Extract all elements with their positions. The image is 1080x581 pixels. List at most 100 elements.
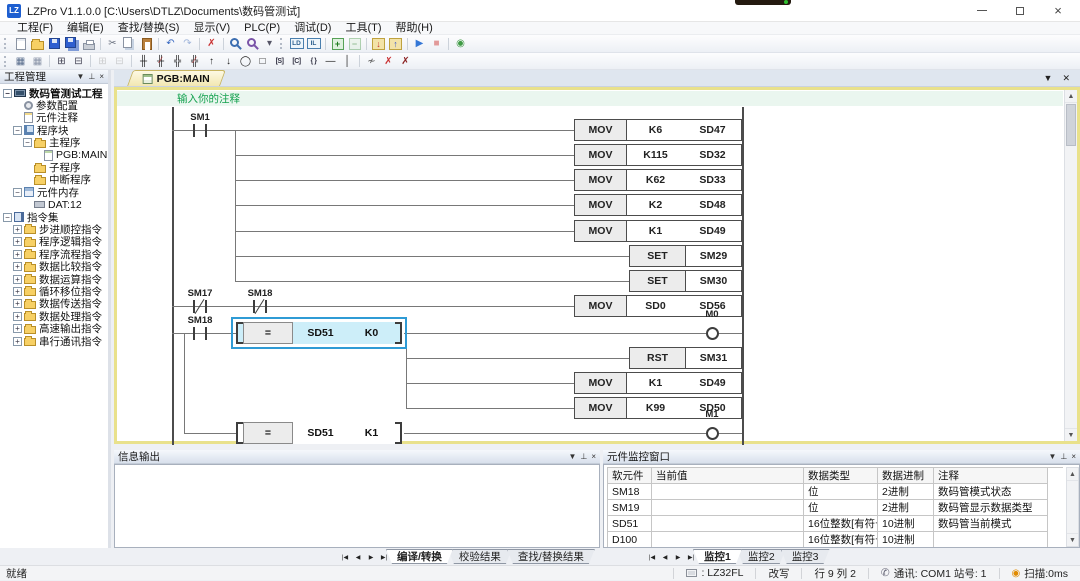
coil-M0[interactable] [706,327,719,340]
scroll-up-icon[interactable]: ▲ [1065,90,1077,103]
ladder-editor-canvas[interactable]: 输入你的注释SM1SM17SM18SM18MOVK6SD47MOVK115SD3… [114,87,1080,444]
ladder-convert-all-icon[interactable]: ▦ [29,54,46,69]
menu-item-4[interactable]: 显示(V) [186,22,237,35]
watch-tab-监控3[interactable]: 监控3 [781,549,830,564]
download-program-icon[interactable]: ↓ [370,36,387,51]
watch-row-SD51[interactable]: SD5116位整数[有符号]10进制数码管当前模式 [608,516,1063,532]
tab-list-dropdown-icon[interactable]: ▼ [1044,73,1053,84]
watch-row-SM19[interactable]: SM19位2进制数码管显示数据类型 [608,500,1063,516]
watch-nav-3-icon[interactable]: ▶ [672,551,684,563]
paste-icon[interactable] [138,36,155,51]
instruction-MOV[interactable]: MOVK115SD32 [574,144,742,166]
find-icon[interactable] [227,36,244,51]
open-project-icon[interactable] [29,36,46,51]
new-file-icon[interactable] [12,36,29,51]
tree-expand-icon[interactable]: + [13,324,22,333]
watch-nav-1-icon[interactable]: |◀ [646,551,658,563]
info-dropdown-icon[interactable]: ▼ [568,452,576,461]
delete-wire-icon[interactable]: ≁ [363,54,380,69]
print-icon[interactable] [80,36,97,51]
undo-icon[interactable]: ↶ [162,36,179,51]
watch-close-icon[interactable]: × [1071,452,1076,461]
watch-cell[interactable]: SD51 [608,516,652,532]
watch-cell[interactable]: 16位整数[有符号] [804,532,878,547]
replace-icon[interactable] [244,36,261,51]
watch-column-2[interactable]: 当前值 [652,468,804,484]
menu-item-7[interactable]: 工具(T) [338,22,388,35]
instruction-RST[interactable]: RSTSM31 [629,347,742,369]
instruction-MOV[interactable]: MOVK1SD49 [574,372,742,394]
watch-cell[interactable]: 位 [804,500,878,516]
minimize-button[interactable] [976,5,988,17]
zoom-out-icon[interactable]: − [346,36,363,51]
tree-expand-icon[interactable]: + [13,275,22,284]
watch-cell[interactable]: SM18 [608,484,652,500]
insert-col-icon[interactable]: ⊞ [94,54,111,69]
closed-contact-icon[interactable]: ╫∕ [152,54,169,69]
watch-cell[interactable]: SM19 [608,500,652,516]
redo-icon[interactable]: ↷ [179,36,196,51]
compare-block-SD51-K0[interactable]: =SD51K0 [236,322,402,344]
info-nav-3-icon[interactable]: ▶ [365,551,377,563]
tree-expand-icon[interactable]: + [13,337,22,346]
tree-item-串行通讯指令[interactable]: +串行通讯指令 [0,335,108,347]
instruction-MOV[interactable]: MOVK1SD49 [574,220,742,242]
rung-comment[interactable]: 输入你的注释 [117,91,1063,106]
set-coil-icon[interactable]: [S] [271,54,288,69]
info-nav-2-icon[interactable]: ◀ [352,551,364,563]
coil-M1[interactable] [706,427,719,440]
toolbar-overflow-icon[interactable]: ▾ [261,36,278,51]
tree-expand-icon[interactable]: − [3,213,12,222]
watch-cell[interactable] [652,532,804,547]
copy-icon[interactable] [121,36,138,51]
watch-cell[interactable]: 数码管模式状态 [934,484,1048,500]
watch-row-SM18[interactable]: SM18位2进制数码管模式状态 [608,484,1063,500]
info-close-icon[interactable]: × [591,452,596,461]
watch-dropdown-icon[interactable]: ▼ [1048,452,1056,461]
watch-column-4[interactable]: 数据进制 [878,468,934,484]
tree-pin-icon[interactable]: ⊥ [88,72,95,81]
menu-item-8[interactable]: 帮助(H) [389,22,440,35]
save-icon[interactable] [46,36,63,51]
run-icon[interactable]: ▶ [411,36,428,51]
tree-expand-icon[interactable]: − [13,188,22,197]
watch-cell[interactable]: 16位整数[有符号] [804,516,878,532]
watch-cell[interactable] [934,532,1048,547]
tree-expand-icon[interactable]: − [13,126,22,135]
hline-icon[interactable]: — [322,54,339,69]
compare-block-SD51-K1[interactable]: =SD51K1 [236,422,402,444]
brace-icon[interactable]: { } [305,54,322,69]
instruction-view-icon[interactable]: IL [305,36,322,51]
zoom-in-icon[interactable]: + [329,36,346,51]
instruction-SET[interactable]: SETSM29 [629,245,742,267]
tree-expand-icon[interactable]: + [13,225,22,234]
menu-item-1[interactable]: 工程(F) [10,22,60,35]
scroll-thumb[interactable] [1066,104,1076,146]
watch-column-3[interactable]: 数据类型 [804,468,878,484]
info-tab-查找/替换结果[interactable]: 查找/替换结果 [507,549,595,564]
watch-tab-监控2[interactable]: 监控2 [737,549,786,564]
stop-icon[interactable]: ■ [428,36,445,51]
tab-close-icon[interactable]: ✕ [1062,73,1070,84]
menu-item-3[interactable]: 查找/替换(S) [111,22,187,35]
tree-close-icon[interactable]: × [99,72,104,81]
delete-row-icon[interactable]: ⊟ [70,54,87,69]
watch-cell[interactable]: 2进制 [878,484,934,500]
restore-button[interactable] [1014,5,1026,17]
tab-pgb-main[interactable]: PGB:MAIN [127,70,226,86]
function-block-icon[interactable]: □ [254,54,271,69]
cut-icon[interactable]: ✂ [104,36,121,51]
tree-expand-icon[interactable]: + [13,262,22,271]
delete-icon[interactable]: ✗ [203,36,220,51]
count-coil-icon[interactable]: [C] [288,54,305,69]
menu-item-2[interactable]: 编辑(E) [60,22,111,35]
tree-expand-icon[interactable]: − [23,138,32,147]
menu-item-6[interactable]: 调试(D) [287,22,338,35]
delete-block-icon[interactable]: ✗ [397,54,414,69]
instruction-MOV[interactable]: MOVK2SD48 [574,194,742,216]
tree-expand-icon[interactable]: + [13,287,22,296]
scroll-down-icon[interactable]: ▼ [1065,428,1077,441]
rising-edge-icon[interactable]: ↑ [203,54,220,69]
watch-cell[interactable]: D100 [608,532,652,547]
tree-dropdown-icon[interactable]: ▼ [76,72,84,81]
